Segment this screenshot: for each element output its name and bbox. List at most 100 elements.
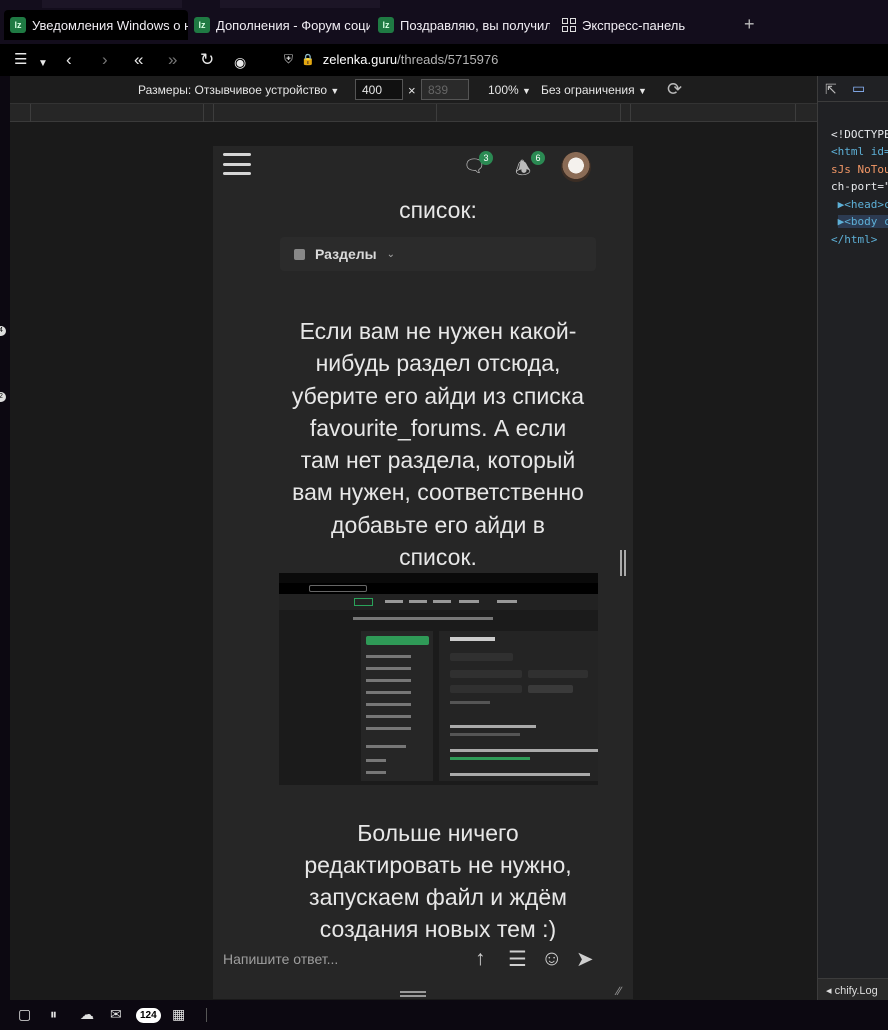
site-viewport: 🗨 3 🕭 6 список: Разделы ⌄ Если вам не нуже… (213, 146, 633, 999)
tab-notifications[interactable]: lz Уведомления Windows о н (4, 10, 188, 40)
camera-icon[interactable]: ◉ (234, 52, 246, 72)
dom-line: <html id= (831, 145, 888, 158)
tab-label: Поздравляю, вы получили (400, 17, 550, 33)
new-tab-button[interactable]: + (744, 14, 755, 35)
zoom-select[interactable]: 100% ▼ (488, 83, 531, 97)
tab-addons[interactable]: lz Дополнения - Форум соци (188, 10, 370, 40)
tab-strip-ghost (220, 0, 380, 8)
bell-icon[interactable]: 🕭 6 (515, 151, 545, 178)
reply-bar: Напишите ответ... ↑ ☰ ☺ ➤ (213, 941, 633, 981)
tab-speed-dial[interactable]: Экспресс-панель (556, 10, 716, 40)
messages-icon[interactable]: 🗨 3 (463, 151, 493, 178)
avatar[interactable] (561, 152, 591, 182)
cloud-icon[interactable]: ☁ (80, 1006, 94, 1023)
sections-dropdown[interactable]: Разделы ⌄ (280, 237, 596, 271)
send-icon[interactable]: ➤ (576, 947, 594, 972)
dimension-separator: × (408, 83, 416, 98)
dom-line: ch-port=" (831, 180, 888, 193)
sections-label: Разделы (315, 246, 377, 262)
chevron-down-icon: ▼ (330, 86, 340, 96)
post-text-line: запускаем файл и ждём (309, 884, 567, 910)
address-field[interactable]: ⛨ 🔒 zelenka.guru/threads/5715976 (284, 52, 498, 67)
height-input[interactable]: 839 (421, 79, 469, 100)
lolzteam-favicon-icon: lz (10, 17, 26, 33)
resize-corner-icon[interactable]: ∕∕ (617, 984, 621, 998)
tab-label: Уведомления Windows о н (32, 17, 188, 33)
window-icon[interactable]: ▢ (18, 1006, 31, 1023)
tab-strip-ghost (42, 0, 182, 8)
post-text-line: там нет раздела, который (300, 447, 576, 473)
viewport-ruler (10, 104, 817, 122)
divider (206, 1008, 207, 1022)
fast-forward-icon[interactable]: » (168, 50, 177, 70)
chevron-down-icon: ▼ (522, 86, 531, 96)
calendar-icon[interactable]: ▦ (172, 1006, 185, 1023)
arrow-up-icon[interactable]: ↑ (475, 947, 486, 971)
devtools-toolbar: ⇱ ▭ (818, 76, 888, 102)
post-screenshot-image[interactable] (279, 573, 598, 785)
chevron-down-icon[interactable]: ▼ (38, 54, 48, 74)
post-text-line: нибудь раздел отсюда, (315, 350, 561, 376)
devtools-panel: ⇱ ▭ <!DOCTYPE <html id= sJs NoTou ch-por… (817, 76, 888, 1000)
throttle-select[interactable]: Без ограничения ▼ (541, 83, 647, 97)
post-text-line: уберите его айди из списка (291, 383, 585, 409)
url-host: zelenka.guru (322, 52, 398, 67)
lock-icon: 🔒 (301, 54, 315, 66)
console-breadcrumb[interactable]: ◂ chify.Log (818, 978, 888, 1000)
smiley-icon[interactable]: ☺ (541, 947, 562, 971)
dom-line-selected: ▶<body c (837, 215, 888, 228)
width-input[interactable]: 400 (355, 79, 403, 100)
dom-line: sJs NoTou (831, 162, 888, 176)
side-marker: 4 (0, 326, 6, 336)
post-text-line: favourite_forums. А если (309, 415, 567, 441)
back-icon[interactable]: ‹ (66, 50, 72, 70)
inspect-icon[interactable]: ⇱ (825, 81, 837, 98)
list-icon[interactable]: ☰ (508, 947, 527, 972)
dom-line: <!DOCTYPE (831, 127, 888, 141)
device-select[interactable]: Размеры: Отзывчивое устройство ▼ (138, 83, 339, 97)
lolzteam-favicon-icon: lz (194, 17, 210, 33)
site-header: 🗨 3 🕭 6 (213, 146, 633, 186)
tab-label: Дополнения - Форум соци (216, 17, 370, 33)
forward-icon[interactable]: › (102, 50, 108, 70)
tab-label: Экспресс-панель (582, 17, 686, 33)
lolzteam-favicon-icon: lz (378, 17, 394, 33)
rotate-icon[interactable]: ⟳ (667, 79, 682, 100)
reply-input[interactable]: Напишите ответ... (223, 951, 338, 967)
dom-line: ▶<head>c (837, 197, 888, 211)
chevron-down-icon: ⌄ (386, 248, 395, 260)
post-text-line: добавьте его айди в (331, 512, 545, 538)
device-select-label: Размеры: Отзывчивое устройство (138, 83, 328, 97)
pause-icon[interactable]: ⏸ (50, 1006, 57, 1023)
rewind-icon[interactable]: « (134, 50, 143, 70)
tab-congrats[interactable]: lz Поздравляю, вы получили (372, 10, 550, 40)
post-text-line: Больше ничего (357, 820, 519, 846)
post-text-line: вам нужен, соответственно (292, 479, 584, 505)
layers-icon[interactable]: ☰ (14, 50, 27, 70)
url-path: /threads/5715976 (397, 52, 499, 67)
status-bar: ▢ ⏸ ☁ ✉ 124 ▦ (0, 1000, 888, 1030)
zoom-label: 100% (488, 83, 519, 97)
post-text-line: список. (399, 544, 477, 570)
hamburger-menu-icon[interactable] (223, 153, 251, 175)
grid-icon (562, 18, 576, 32)
viewport-bottom-handle[interactable] (400, 991, 426, 997)
device-toggle-icon[interactable]: ▭ (852, 80, 865, 97)
navigation-bar: ☰ ▼ ‹ › « » ↻ ◉ ⛨ 🔒 zelenka.guru/threads… (0, 44, 888, 76)
viewport-resize-handle[interactable] (620, 550, 626, 576)
alerts-badge: 6 (531, 151, 545, 165)
shield-icon[interactable]: ⛨ (284, 52, 293, 67)
post-text-line: Если вам не нужен какой- (299, 318, 577, 344)
dom-line: </html> (831, 232, 878, 246)
mail-icon[interactable]: ✉ (110, 1006, 122, 1023)
left-edge-strip: 4 2 (0, 76, 10, 1000)
reload-icon[interactable]: ↻ (200, 50, 214, 70)
dom-tree[interactable]: <!DOCTYPE <html id= sJs NoTou ch-port=" … (831, 108, 888, 266)
throttle-label: Без ограничения (541, 83, 635, 97)
responsive-design-toolbar: Размеры: Отзывчивое устройство ▼ 400 × 8… (10, 76, 817, 104)
messages-badge: 3 (479, 151, 493, 165)
side-marker: 2 (0, 392, 6, 402)
post-text-line: список: (399, 197, 477, 223)
browser-tab-bar: lz Уведомления Windows о н lz Дополнения… (0, 0, 888, 44)
info-icon (294, 248, 305, 260)
